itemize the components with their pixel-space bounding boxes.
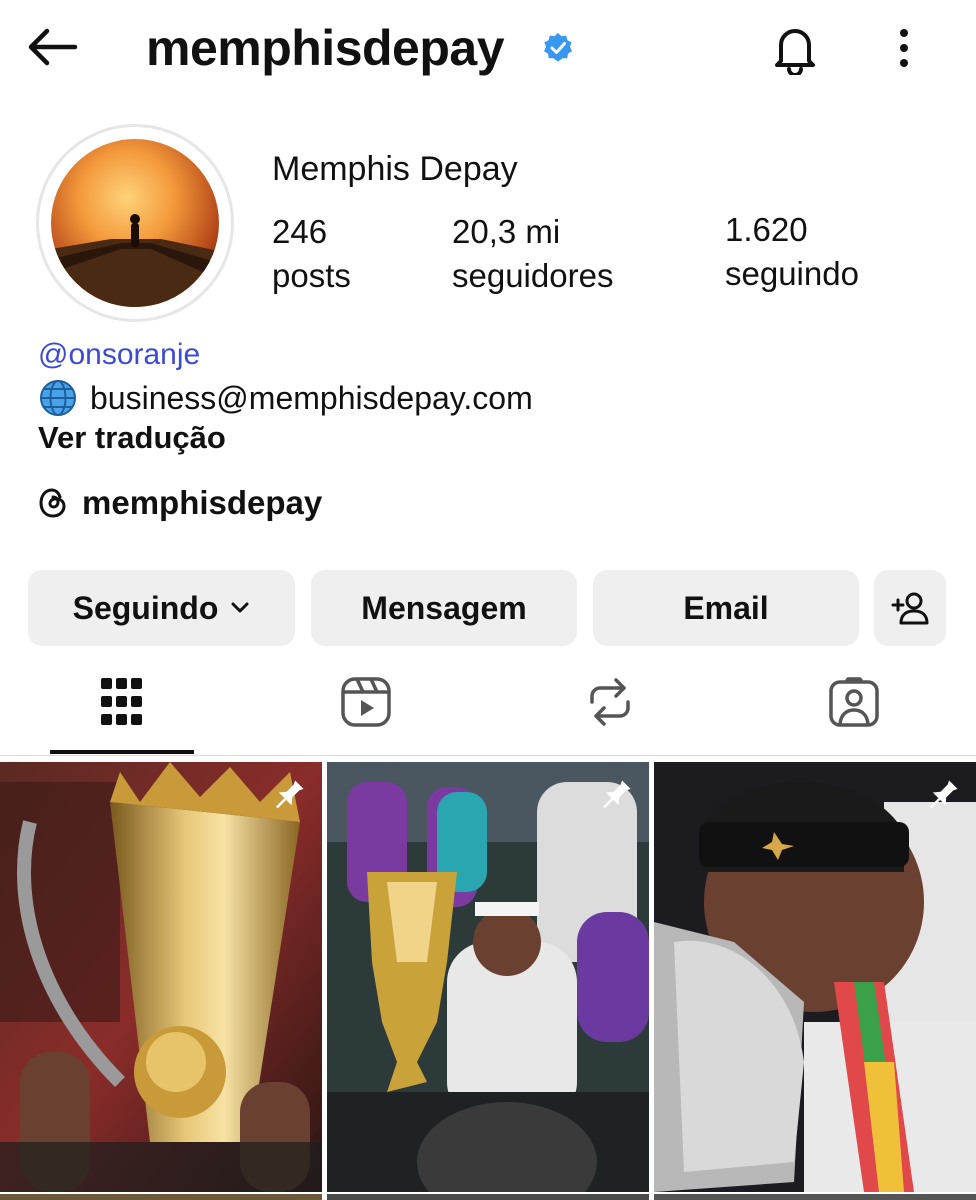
reposts-icon bbox=[590, 678, 630, 726]
profile-header: memphisdepay bbox=[0, 0, 976, 100]
bio-email-line: business@memphisdepay.com bbox=[38, 378, 533, 418]
back-button[interactable] bbox=[22, 22, 82, 72]
pin-icon bbox=[602, 780, 631, 809]
grid-icon bbox=[101, 678, 142, 725]
tab-reposts[interactable] bbox=[570, 672, 650, 732]
header-username: memphisdepay bbox=[146, 20, 505, 76]
more-options-button[interactable] bbox=[884, 22, 924, 74]
see-translation-link[interactable]: Ver tradução bbox=[38, 420, 226, 456]
followers-label: seguidores bbox=[452, 257, 614, 294]
post-thumbnail[interactable] bbox=[327, 762, 649, 1192]
notifications-button[interactable] bbox=[768, 20, 822, 78]
followers-count: 20,3 mi bbox=[452, 213, 561, 250]
following-count: 1.620 bbox=[725, 211, 808, 248]
threads-icon bbox=[39, 488, 66, 518]
pin-icon bbox=[275, 780, 304, 809]
following-button-label: Seguindo bbox=[72, 589, 219, 626]
tagged-icon bbox=[829, 677, 879, 727]
chevron-down-icon bbox=[231, 602, 249, 613]
threads-handle: memphisdepay bbox=[82, 484, 323, 521]
posts-count: 246 bbox=[272, 213, 328, 250]
posts-grid bbox=[0, 762, 976, 1200]
profile-tabs bbox=[0, 660, 976, 756]
display-name: Memphis Depay bbox=[272, 150, 518, 188]
globe-icon bbox=[40, 380, 76, 416]
add-user-icon bbox=[891, 592, 929, 625]
tab-reels[interactable] bbox=[326, 672, 406, 732]
posts-label: posts bbox=[272, 257, 351, 294]
active-tab-indicator bbox=[50, 750, 194, 754]
threads-profile-link[interactable]: memphisdepay bbox=[38, 484, 322, 522]
suggested-users-button[interactable] bbox=[874, 570, 946, 646]
email-button[interactable]: Email bbox=[593, 570, 859, 646]
bell-icon bbox=[775, 29, 815, 75]
next-row-peek bbox=[0, 1194, 976, 1200]
more-vertical-icon bbox=[900, 29, 908, 67]
tab-posts-grid[interactable] bbox=[82, 672, 162, 732]
bio-threads-mention-link[interactable]: @onsoranje bbox=[38, 338, 200, 372]
followers-stat[interactable]: 20,3 mi seguidores bbox=[452, 210, 613, 298]
pin-icon bbox=[929, 780, 958, 809]
post-thumbnail[interactable] bbox=[654, 762, 976, 1192]
posts-stat[interactable]: 246 posts bbox=[272, 210, 351, 298]
arrow-left-icon bbox=[28, 28, 78, 66]
avatar-ring[interactable] bbox=[36, 124, 234, 322]
reels-icon bbox=[341, 677, 391, 727]
email-button-label: Email bbox=[683, 589, 769, 626]
verified-badge-icon bbox=[544, 33, 572, 62]
following-stat[interactable]: 1.620 seguindo bbox=[725, 208, 859, 296]
message-button[interactable]: Mensagem bbox=[311, 570, 577, 646]
tab-tagged[interactable] bbox=[814, 672, 894, 732]
following-label: seguindo bbox=[725, 255, 859, 292]
avatar bbox=[51, 139, 219, 307]
following-button[interactable]: Seguindo bbox=[28, 570, 295, 646]
message-button-label: Mensagem bbox=[361, 589, 527, 626]
bio-email-text[interactable]: business@memphisdepay.com bbox=[90, 380, 533, 417]
post-thumbnail[interactable] bbox=[0, 762, 322, 1192]
